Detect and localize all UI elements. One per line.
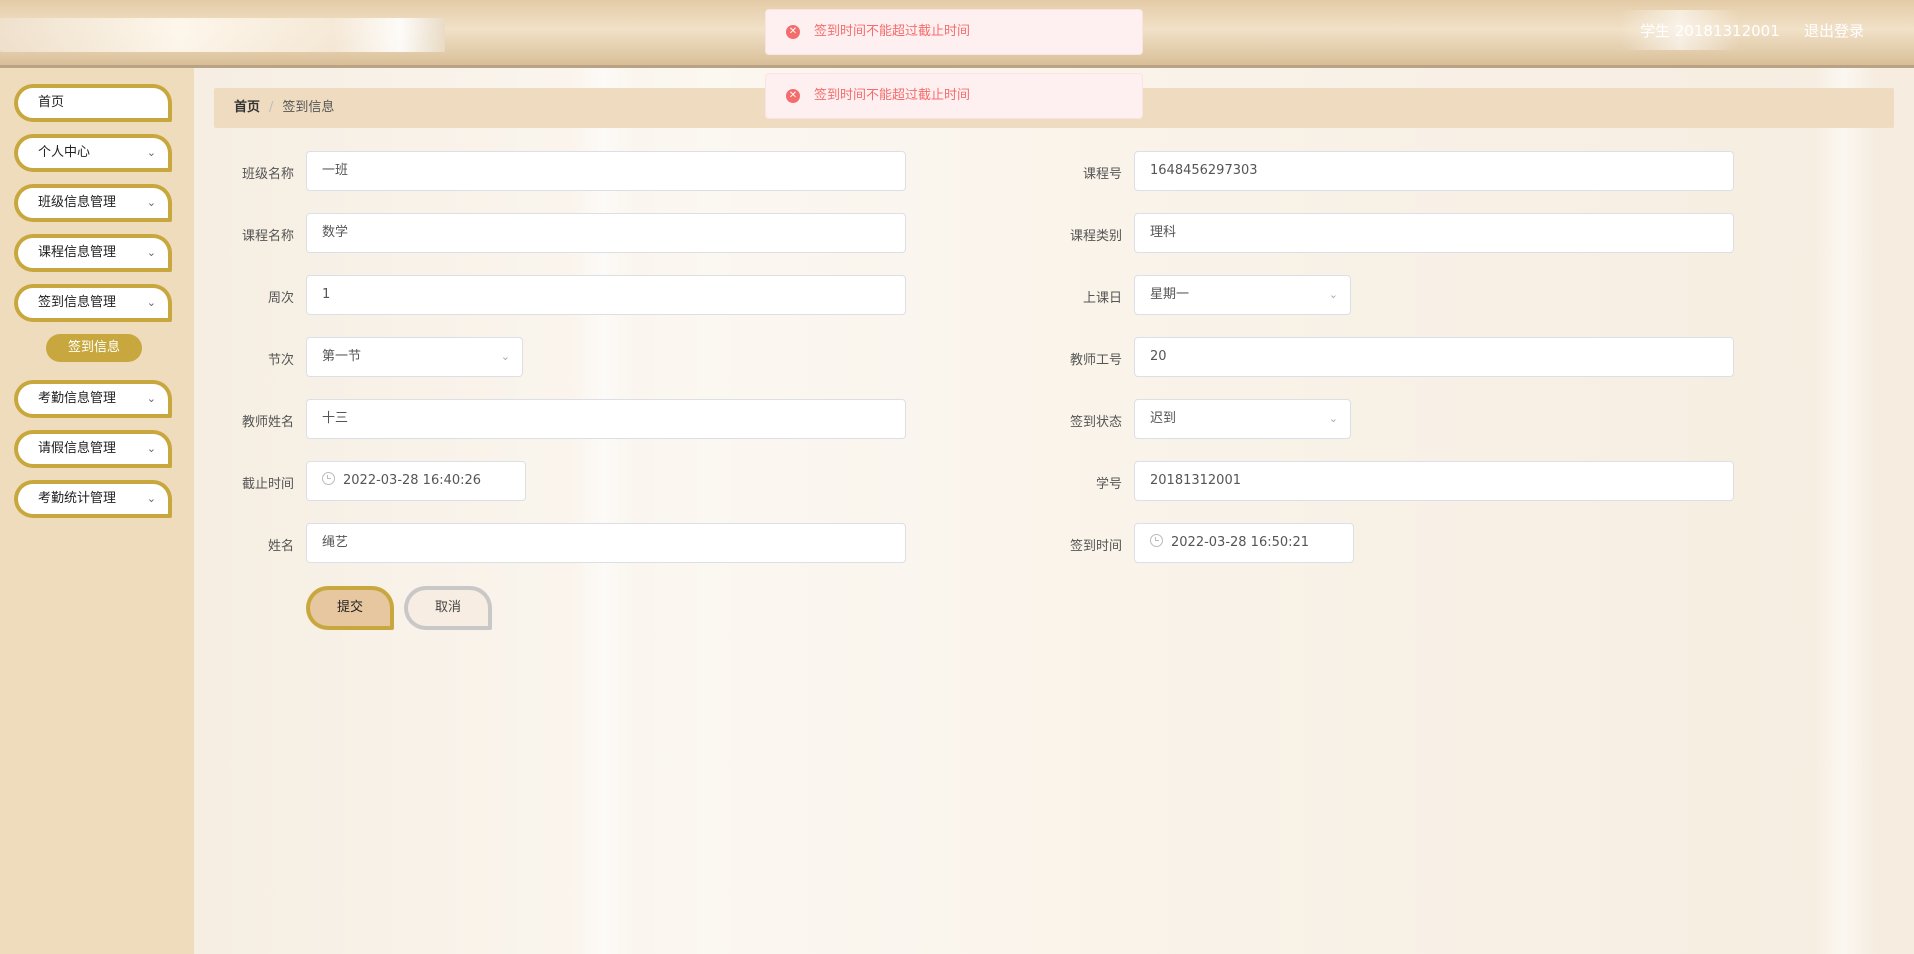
course-no-input[interactable]: 1648456297303 xyxy=(1134,151,1734,191)
sidebar-item-label: 考勤统计管理 xyxy=(38,491,117,506)
teacher-no-input[interactable]: 20 xyxy=(1134,337,1734,377)
sidebar-item-label: 班级信息管理 xyxy=(38,195,117,210)
week-input[interactable]: 1 xyxy=(306,275,906,315)
sidebar-item-class-management[interactable]: 班级信息管理 ⌄ xyxy=(14,184,172,222)
error-message: ✕ 签到时间不能超过截止时间 xyxy=(765,73,1143,119)
section-select-value: 第一节 xyxy=(322,349,362,364)
chevron-down-icon: ⌄ xyxy=(146,492,156,505)
sidebar-item-label: 考勤信息管理 xyxy=(38,391,117,406)
chevron-down-icon: ⌄ xyxy=(1328,288,1338,301)
clock-icon xyxy=(322,472,335,485)
section-select[interactable]: 第一节 ⌄ xyxy=(306,337,523,377)
student-no-input[interactable]: 20181312001 xyxy=(1134,461,1734,501)
logout-link[interactable]: 退出登录 xyxy=(1804,20,1864,41)
teacher-name-input[interactable]: 十三 xyxy=(306,399,906,439)
course-type-label: 课程类别 xyxy=(1069,229,1122,244)
chevron-down-icon: ⌄ xyxy=(146,246,156,259)
teacher-name-label: 教师姓名 xyxy=(241,415,294,430)
clock-icon xyxy=(1150,534,1163,547)
signin-status-select-value: 迟到 xyxy=(1150,411,1177,426)
cancel-button[interactable]: 取消 xyxy=(404,586,492,630)
breadcrumb-separator: / xyxy=(269,100,274,115)
background-decoration xyxy=(1814,68,1874,954)
background-decoration xyxy=(574,68,634,954)
class-name-input[interactable]: 一班 xyxy=(306,151,906,191)
main-content: 首页 / 签到信息 班级名称 一班 课程名称 数学 周次 1 节次 第一节 ⌄ 教师… xyxy=(194,68,1914,954)
chevron-down-icon: ⌄ xyxy=(500,350,510,363)
sidebar-item-label: 签到信息管理 xyxy=(38,295,117,310)
error-message: ✕ 签到时间不能超过截止时间 xyxy=(765,9,1143,55)
course-type-input[interactable]: 理科 xyxy=(1134,213,1734,253)
sidebar-item-attendance-management[interactable]: 考勤信息管理 ⌄ xyxy=(14,380,172,418)
sidebar-item-personal-center[interactable]: 个人中心 ⌄ xyxy=(14,134,172,172)
error-message-text: 签到时间不能超过截止时间 xyxy=(814,88,971,103)
breadcrumb-current: 签到信息 xyxy=(282,100,335,115)
class-day-select-value: 星期一 xyxy=(1150,287,1190,302)
sidebar-item-home[interactable]: 首页 xyxy=(14,84,172,122)
breadcrumb-home[interactable]: 首页 xyxy=(234,100,260,115)
class-name-label: 班级名称 xyxy=(241,167,294,182)
sidebar-item-signin-management[interactable]: 签到信息管理 ⌄ xyxy=(14,284,172,322)
student-no-label: 学号 xyxy=(1095,477,1122,492)
header-decoration xyxy=(0,18,445,52)
course-name-input[interactable]: 数学 xyxy=(306,213,906,253)
error-circle-icon: ✕ xyxy=(786,25,800,39)
sidebar-item-label: 个人中心 xyxy=(38,145,91,160)
chevron-down-icon: ⌄ xyxy=(146,442,156,455)
signin-status-label: 签到状态 xyxy=(1069,415,1122,430)
error-circle-icon: ✕ xyxy=(786,89,800,103)
class-day-select[interactable]: 星期一 ⌄ xyxy=(1134,275,1351,315)
chevron-down-icon: ⌄ xyxy=(1328,412,1338,425)
deadline-datetime-input[interactable]: 2022-03-28 16:40:26 xyxy=(306,461,526,501)
error-message-text: 签到时间不能超过截止时间 xyxy=(814,24,971,39)
chevron-down-icon: ⌄ xyxy=(146,392,156,405)
section-label: 节次 xyxy=(267,353,294,368)
submit-button[interactable]: 提交 xyxy=(306,586,394,630)
course-no-label: 课程号 xyxy=(1082,167,1122,182)
deadline-value: 2022-03-28 16:40:26 xyxy=(343,473,482,488)
sidebar: 首页 个人中心 ⌄ 班级信息管理 ⌄ 课程信息管理 ⌄ 签到信息管理 ⌄ 签到信… xyxy=(0,68,194,954)
teacher-no-label: 教师工号 xyxy=(1069,353,1122,368)
chevron-down-icon: ⌄ xyxy=(146,146,156,159)
user-info: 学生 20181312001 xyxy=(1640,22,1780,40)
class-day-label: 上课日 xyxy=(1082,291,1122,306)
chevron-down-icon: ⌄ xyxy=(146,296,156,309)
signin-status-select[interactable]: 迟到 ⌄ xyxy=(1134,399,1351,439)
name-input[interactable]: 绳艺 xyxy=(306,523,906,563)
sidebar-item-label: 请假信息管理 xyxy=(38,441,117,456)
sidebar-item-label: 首页 xyxy=(38,95,65,110)
sidebar-item-course-management[interactable]: 课程信息管理 ⌄ xyxy=(14,234,172,272)
sidebar-item-attendance-statistics[interactable]: 考勤统计管理 ⌄ xyxy=(14,480,172,518)
signin-time-value: 2022-03-28 16:50:21 xyxy=(1171,535,1310,550)
signin-time-datetime-input[interactable]: 2022-03-28 16:50:21 xyxy=(1134,523,1354,563)
signin-time-label: 签到时间 xyxy=(1069,539,1122,554)
week-label: 周次 xyxy=(267,291,294,306)
sidebar-item-leave-management[interactable]: 请假信息管理 ⌄ xyxy=(14,430,172,468)
deadline-label: 截止时间 xyxy=(241,477,294,492)
course-name-label: 课程名称 xyxy=(241,229,294,244)
chevron-down-icon: ⌄ xyxy=(146,196,156,209)
name-label: 姓名 xyxy=(267,539,294,554)
sidebar-item-label: 课程信息管理 xyxy=(38,245,117,260)
sidebar-subitem-signin-info[interactable]: 签到信息 xyxy=(46,334,142,362)
